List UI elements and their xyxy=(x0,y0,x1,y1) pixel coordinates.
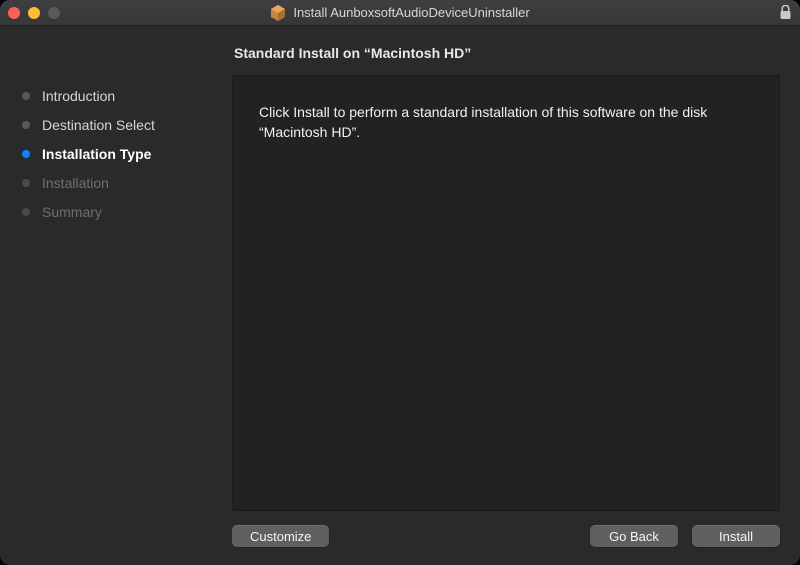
steps-sidebar: Introduction Destination Select Installa… xyxy=(22,44,222,547)
bullet-icon xyxy=(22,208,30,216)
step-label: Installation xyxy=(42,175,109,191)
customize-button[interactable]: Customize xyxy=(232,525,329,547)
window-controls xyxy=(8,7,60,19)
step-label: Destination Select xyxy=(42,117,155,133)
content-box: Click Install to perform a standard inst… xyxy=(232,75,780,511)
window-title: Install AunboxsoftAudioDeviceUninstaller xyxy=(293,5,529,20)
install-button[interactable]: Install xyxy=(692,525,780,547)
step-installation-type: Installation Type xyxy=(22,146,222,162)
step-destination-select: Destination Select xyxy=(22,117,222,133)
step-installation: Installation xyxy=(22,175,222,191)
zoom-icon xyxy=(48,7,60,19)
step-introduction: Introduction xyxy=(22,88,222,104)
step-label: Installation Type xyxy=(42,146,151,162)
step-label: Introduction xyxy=(42,88,115,104)
package-icon xyxy=(270,5,286,21)
content-text: Click Install to perform a standard inst… xyxy=(259,102,753,143)
spacer xyxy=(343,525,576,547)
titlebar: Install AunboxsoftAudioDeviceUninstaller xyxy=(0,0,800,26)
main-panel: Standard Install on “Macintosh HD” Click… xyxy=(232,44,780,547)
step-label: Summary xyxy=(42,204,102,220)
bullet-icon xyxy=(22,92,30,100)
main-heading: Standard Install on “Macintosh HD” xyxy=(234,45,780,61)
close-icon[interactable] xyxy=(8,7,20,19)
window-body: Introduction Destination Select Installa… xyxy=(0,26,800,565)
step-summary: Summary xyxy=(22,204,222,220)
bullet-icon xyxy=(22,150,30,158)
bullet-icon xyxy=(22,121,30,129)
go-back-button[interactable]: Go Back xyxy=(590,525,678,547)
lock-icon[interactable] xyxy=(779,5,792,20)
bullet-icon xyxy=(22,179,30,187)
minimize-icon[interactable] xyxy=(28,7,40,19)
installer-window: Install AunboxsoftAudioDeviceUninstaller… xyxy=(0,0,800,565)
button-row: Customize Go Back Install xyxy=(232,525,780,547)
